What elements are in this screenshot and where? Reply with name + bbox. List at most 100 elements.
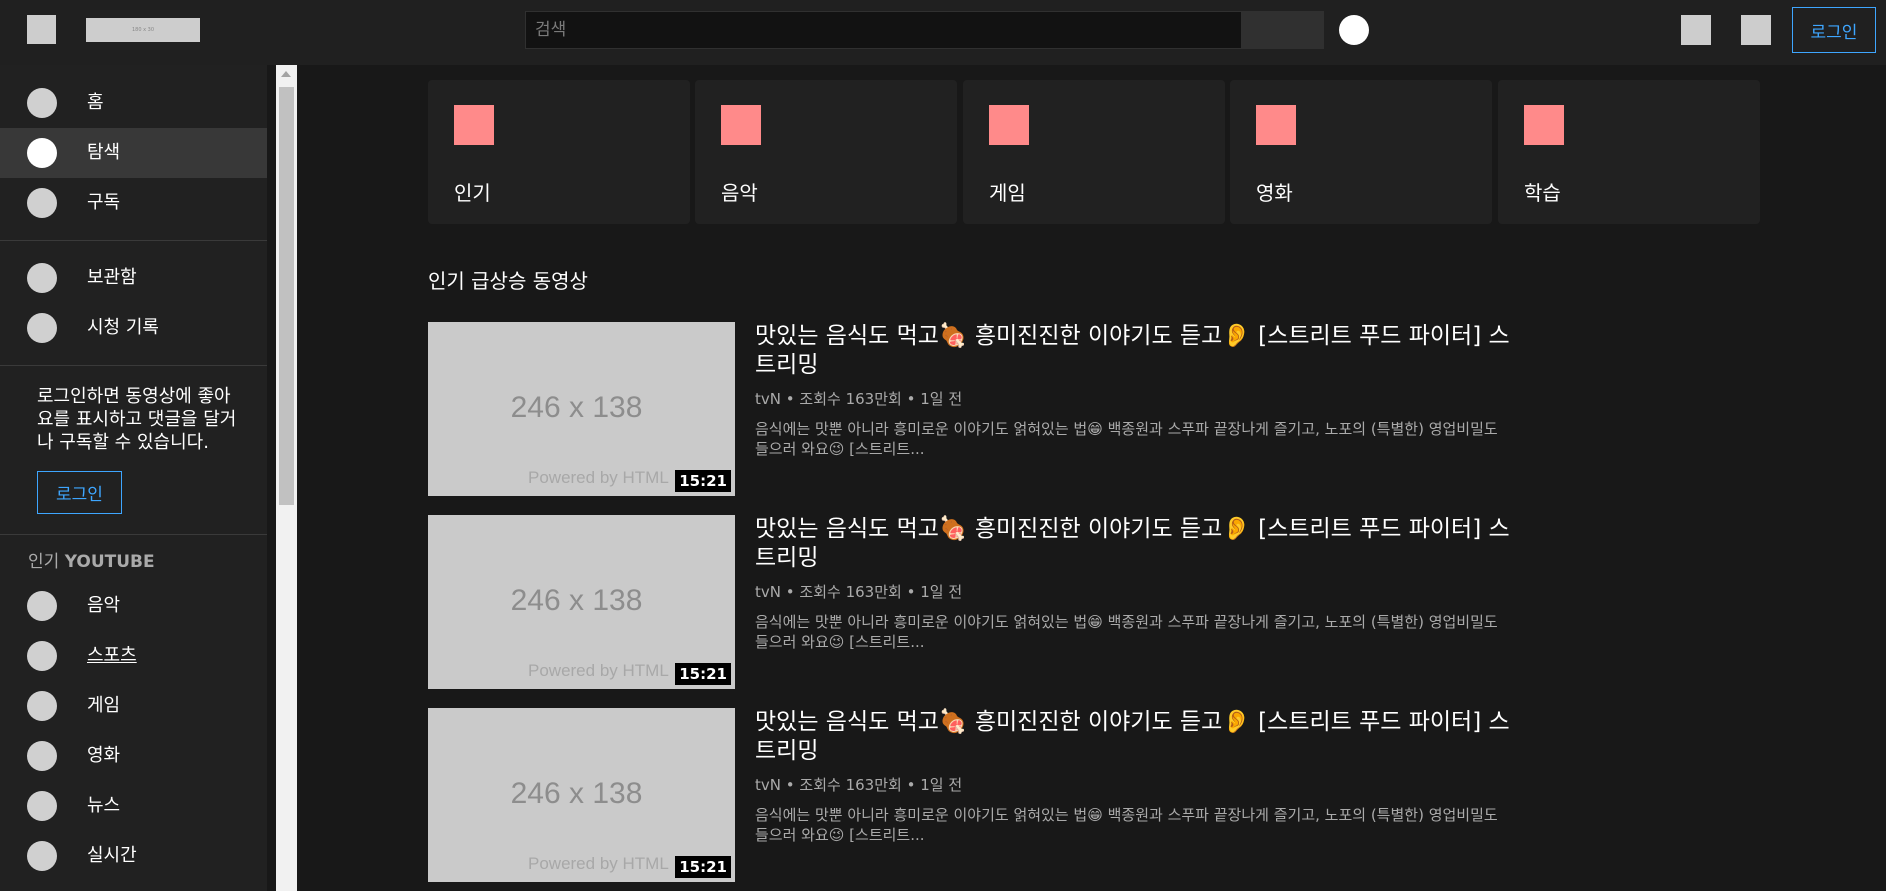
video-thumbnail[interactable]: 246 x 138 Powered by HTML 15:21 — [428, 322, 735, 496]
thumbnail-size-text: 246 x 138 — [510, 584, 643, 617]
sidebar-item-live[interactable]: 실시간 — [0, 831, 267, 881]
sidebar-item-sports[interactable]: 스포츠 — [0, 631, 267, 681]
gaming-icon — [989, 105, 1029, 145]
meta-separator: • — [785, 390, 795, 408]
category-card-trending[interactable]: 인기 — [428, 80, 690, 224]
top-header: 180 x 30 로그인 — [0, 0, 1886, 65]
sidebar-scrollbar[interactable] — [276, 65, 297, 891]
video-title[interactable]: 맛있는 음식도 먹고🍖 흥미진진한 이야기도 듣고👂 [스트리트 푸드 파이터]… — [755, 708, 1515, 766]
thumbnail-powered-text: Powered by HTML — [528, 468, 669, 487]
library-icon — [27, 263, 57, 293]
category-card-music[interactable]: 음악 — [695, 80, 957, 224]
video-title[interactable]: 맛있는 음식도 먹고🍖 흥미진진한 이야기도 듣고👂 [스트리트 푸드 파이터]… — [755, 322, 1515, 380]
scroll-up-icon[interactable] — [281, 71, 291, 77]
video-item[interactable]: 246 x 138 Powered by HTML 15:21 맛있는 음식도 … — [428, 322, 1528, 496]
sidebar-item-label: 탐색 — [87, 142, 121, 163]
sidebar-item-label: 영화 — [87, 745, 121, 766]
video-title[interactable]: 맛있는 음식도 먹고🍖 흥미진진한 이야기도 듣고👂 [스트리트 푸드 파이터]… — [755, 515, 1515, 573]
main-content: 인기 음악 게임 영화 학습 인기 급상승 동영상 246 x 138 Powe… — [297, 65, 1886, 891]
sidebar: 홈 탐색 구독 보관함 시청 기록 로그인하면 동영상에 좋아요를 표시하고 댓… — [0, 65, 267, 891]
category-label: 음악 — [721, 181, 758, 205]
sidebar-item-movies[interactable]: 영화 — [0, 731, 267, 781]
meta-separator: • — [785, 583, 795, 601]
popular-section-title: 인기 YOUTUBE — [0, 543, 267, 581]
video-meta: tvN • 조회수 163만회 • 1일 전 — [755, 774, 962, 795]
view-count: 조회수 163만회 — [799, 776, 902, 794]
sidebar-item-label: 스포츠 — [87, 645, 137, 666]
sidebar-item-music[interactable]: 음악 — [0, 581, 267, 631]
thumbnail-powered-text: Powered by HTML — [528, 661, 669, 680]
sidebar-item-gaming[interactable]: 게임 — [0, 681, 267, 731]
sidebar-item-label: 음악 — [87, 595, 121, 616]
search-input[interactable] — [525, 11, 1242, 49]
learning-icon — [1524, 105, 1564, 145]
video-description: 음식에는 맛뿐 아니라 흥미로운 이야기도 얽혀있는 법😁 백종원과 스푸파 끝… — [755, 613, 1498, 651]
sidebar-login-button[interactable]: 로그인 — [37, 471, 122, 514]
duration-badge: 15:21 — [675, 856, 731, 878]
login-promo-text: 로그인하면 동영상에 좋아요를 표시하고 댓글을 달거나 구독할 수 있습니다. — [37, 386, 237, 453]
channel-name[interactable]: tvN — [755, 583, 781, 601]
history-icon — [27, 313, 57, 343]
video-item[interactable]: 246 x 138 Powered by HTML 15:21 맛있는 음식도 … — [428, 515, 1528, 689]
video-thumbnail[interactable]: 246 x 138 Powered by HTML 15:21 — [428, 708, 735, 882]
logo-text: 180 x 30 — [131, 27, 155, 33]
video-description: 음식에는 맛뿐 아니라 흥미로운 이야기도 얽혀있는 법😁 백종원과 스푸파 끝… — [755, 420, 1498, 458]
category-label: 게임 — [989, 181, 1026, 205]
sidebar-item-label: 구독 — [87, 192, 121, 213]
menu-icon[interactable] — [27, 15, 56, 44]
category-card-gaming[interactable]: 게임 — [963, 80, 1225, 224]
sidebar-item-history[interactable]: 시청 기록 — [0, 303, 267, 353]
music-icon — [27, 591, 57, 621]
popular-section-brand: YOUTUBE — [64, 552, 155, 572]
upload-age: 1일 전 — [920, 390, 963, 408]
sidebar-item-label: 시청 기록 — [87, 317, 159, 338]
duration-badge: 15:21 — [675, 663, 731, 685]
sidebar-divider — [0, 534, 267, 535]
scrollbar-thumb[interactable] — [279, 87, 294, 505]
category-label: 학습 — [1524, 181, 1561, 205]
video-meta: tvN • 조회수 163만회 • 1일 전 — [755, 581, 962, 602]
video-item[interactable]: 246 x 138 Powered by HTML 15:21 맛있는 음식도 … — [428, 708, 1528, 882]
popular-section-prefix: 인기 — [28, 552, 60, 572]
video-description: 음식에는 맛뿐 아니라 흥미로운 이야기도 얽혀있는 법😁 백종원과 스푸파 끝… — [755, 806, 1498, 844]
sidebar-item-subscriptions[interactable]: 구독 — [0, 178, 267, 228]
meta-separator: • — [906, 776, 916, 794]
search-button[interactable] — [1242, 11, 1324, 49]
sidebar-item-label: 뉴스 — [87, 795, 121, 816]
gaming-icon — [27, 691, 57, 721]
upload-age: 1일 전 — [920, 583, 963, 601]
live-icon — [27, 841, 57, 871]
sidebar-divider — [0, 240, 267, 241]
home-icon — [27, 88, 57, 118]
sidebar-item-label: 게임 — [87, 695, 121, 716]
thumbnail-powered-text: Powered by HTML — [528, 854, 669, 873]
category-label: 인기 — [454, 181, 491, 205]
meta-separator: • — [785, 776, 795, 794]
channel-name[interactable]: tvN — [755, 776, 781, 794]
meta-separator: • — [906, 390, 916, 408]
video-thumbnail[interactable]: 246 x 138 Powered by HTML 15:21 — [428, 515, 735, 689]
view-count: 조회수 163만회 — [799, 390, 902, 408]
video-meta: tvN • 조회수 163만회 • 1일 전 — [755, 388, 962, 409]
category-card-movies[interactable]: 영화 — [1230, 80, 1492, 224]
thumbnail-size-text: 246 x 138 — [510, 777, 643, 810]
header-login-button[interactable]: 로그인 — [1792, 7, 1876, 53]
sidebar-item-label: 홈 — [87, 92, 104, 113]
sidebar-item-library[interactable]: 보관함 — [0, 253, 267, 303]
voice-search-icon[interactable] — [1339, 15, 1369, 45]
apps-icon[interactable] — [1681, 15, 1711, 45]
channel-name[interactable]: tvN — [755, 390, 781, 408]
sidebar-item-explore[interactable]: 탐색 — [0, 128, 267, 178]
sidebar-item-home[interactable]: 홈 — [0, 78, 267, 128]
sidebar-item-label: 실시간 — [87, 845, 137, 866]
category-label: 영화 — [1256, 181, 1293, 205]
upload-age: 1일 전 — [920, 776, 963, 794]
sidebar-divider — [0, 365, 267, 366]
logo[interactable]: 180 x 30 — [86, 18, 200, 42]
duration-badge: 15:21 — [675, 470, 731, 492]
view-count: 조회수 163만회 — [799, 583, 902, 601]
sidebar-item-news[interactable]: 뉴스 — [0, 781, 267, 831]
trending-icon — [454, 105, 494, 145]
settings-icon[interactable] — [1741, 15, 1771, 45]
category-card-learning[interactable]: 학습 — [1498, 80, 1760, 224]
